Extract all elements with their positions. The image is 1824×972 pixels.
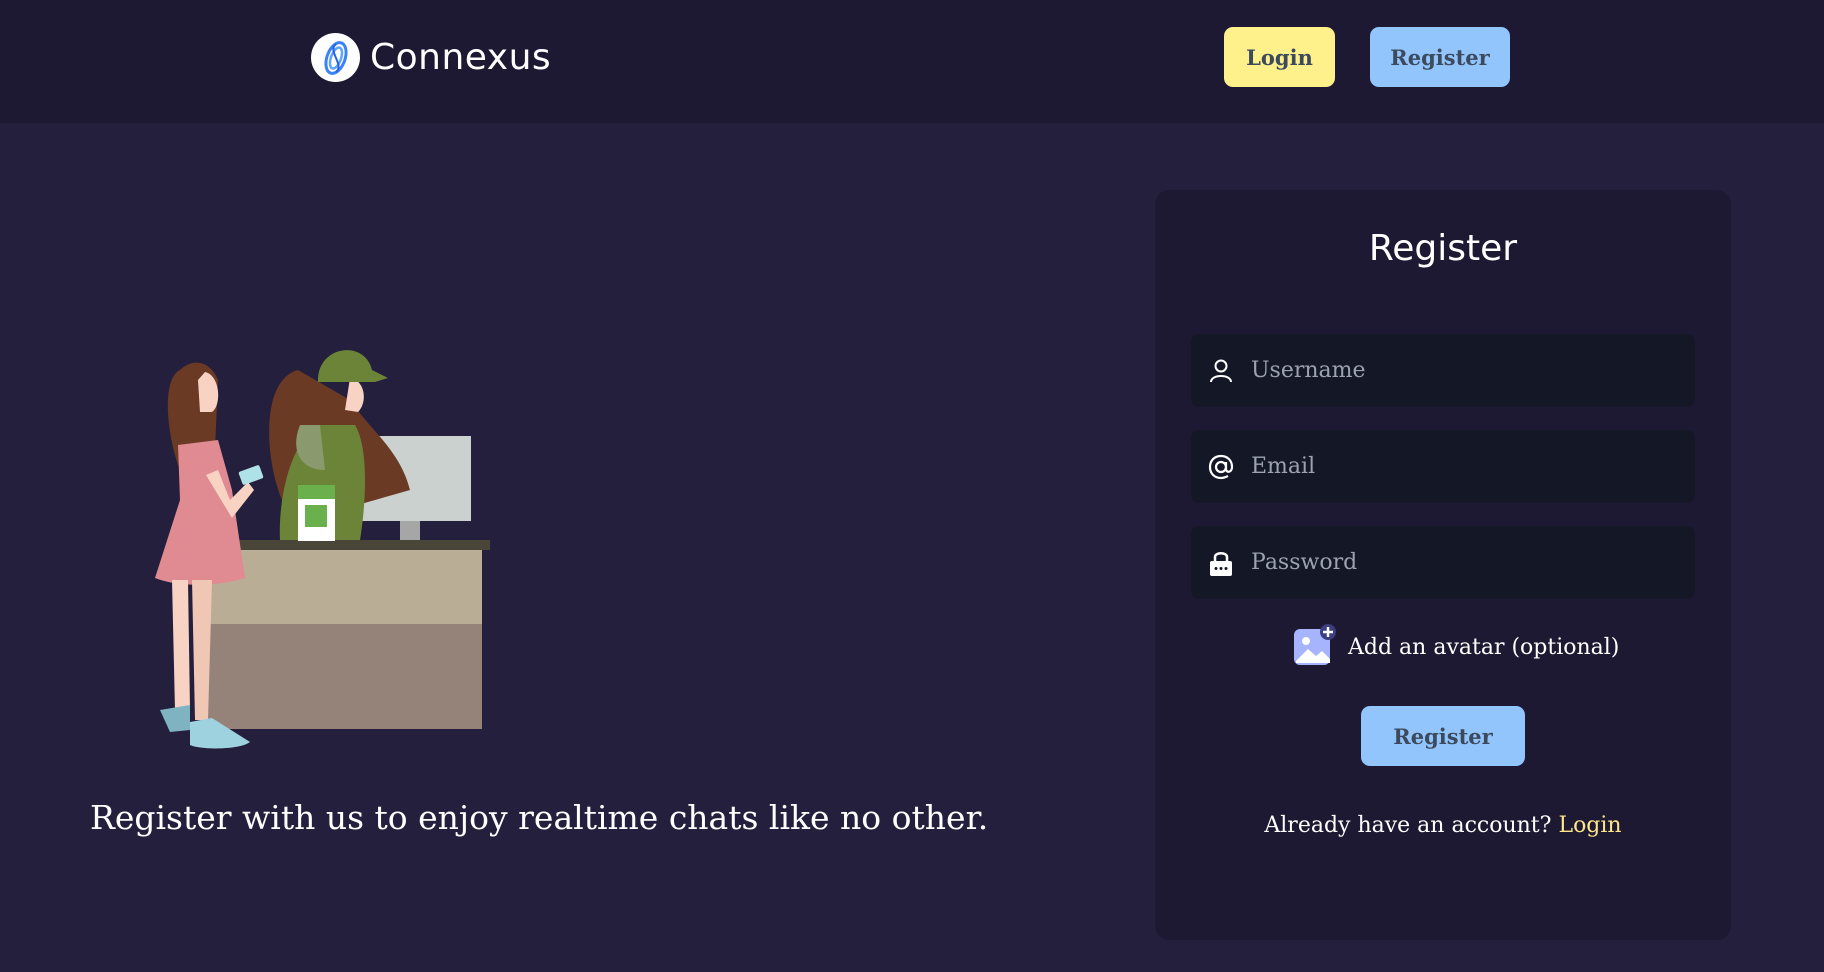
at-sign-icon <box>1191 453 1251 481</box>
nav-register-button[interactable]: Register <box>1370 27 1510 87</box>
password-field[interactable] <box>1191 526 1695 599</box>
brand-name: Connexus <box>370 37 552 78</box>
add-avatar-label: Add an avatar (optional) <box>1348 634 1620 660</box>
login-link[interactable]: Login <box>1558 813 1621 838</box>
lock-icon <box>1191 549 1251 577</box>
username-field[interactable] <box>1191 334 1695 407</box>
password-input[interactable] <box>1251 526 1695 599</box>
nav-login-button[interactable]: Login <box>1224 27 1335 87</box>
email-input[interactable] <box>1251 430 1695 503</box>
user-icon <box>1191 358 1251 384</box>
top-navbar: Connexus Login Register <box>0 0 1824 123</box>
add-image-icon <box>1292 623 1336 671</box>
hero-illustration <box>150 340 500 760</box>
username-input[interactable] <box>1251 334 1695 407</box>
login-prompt: Already have an account? Login <box>1155 813 1731 838</box>
register-submit-button[interactable]: Register <box>1361 706 1525 766</box>
hero-tagline: Register with us to enjoy realtime chats… <box>90 798 989 837</box>
register-card: Register Username Email Add an avatar (o… <box>1155 190 1731 940</box>
connexus-logo-icon <box>311 33 360 82</box>
email-field[interactable] <box>1191 430 1695 503</box>
login-prompt-text: Already have an account? <box>1264 813 1552 838</box>
add-avatar-button[interactable]: Add an avatar (optional) <box>1292 623 1619 671</box>
register-title: Register <box>1368 228 1518 269</box>
brand[interactable]: Connexus <box>311 33 551 82</box>
